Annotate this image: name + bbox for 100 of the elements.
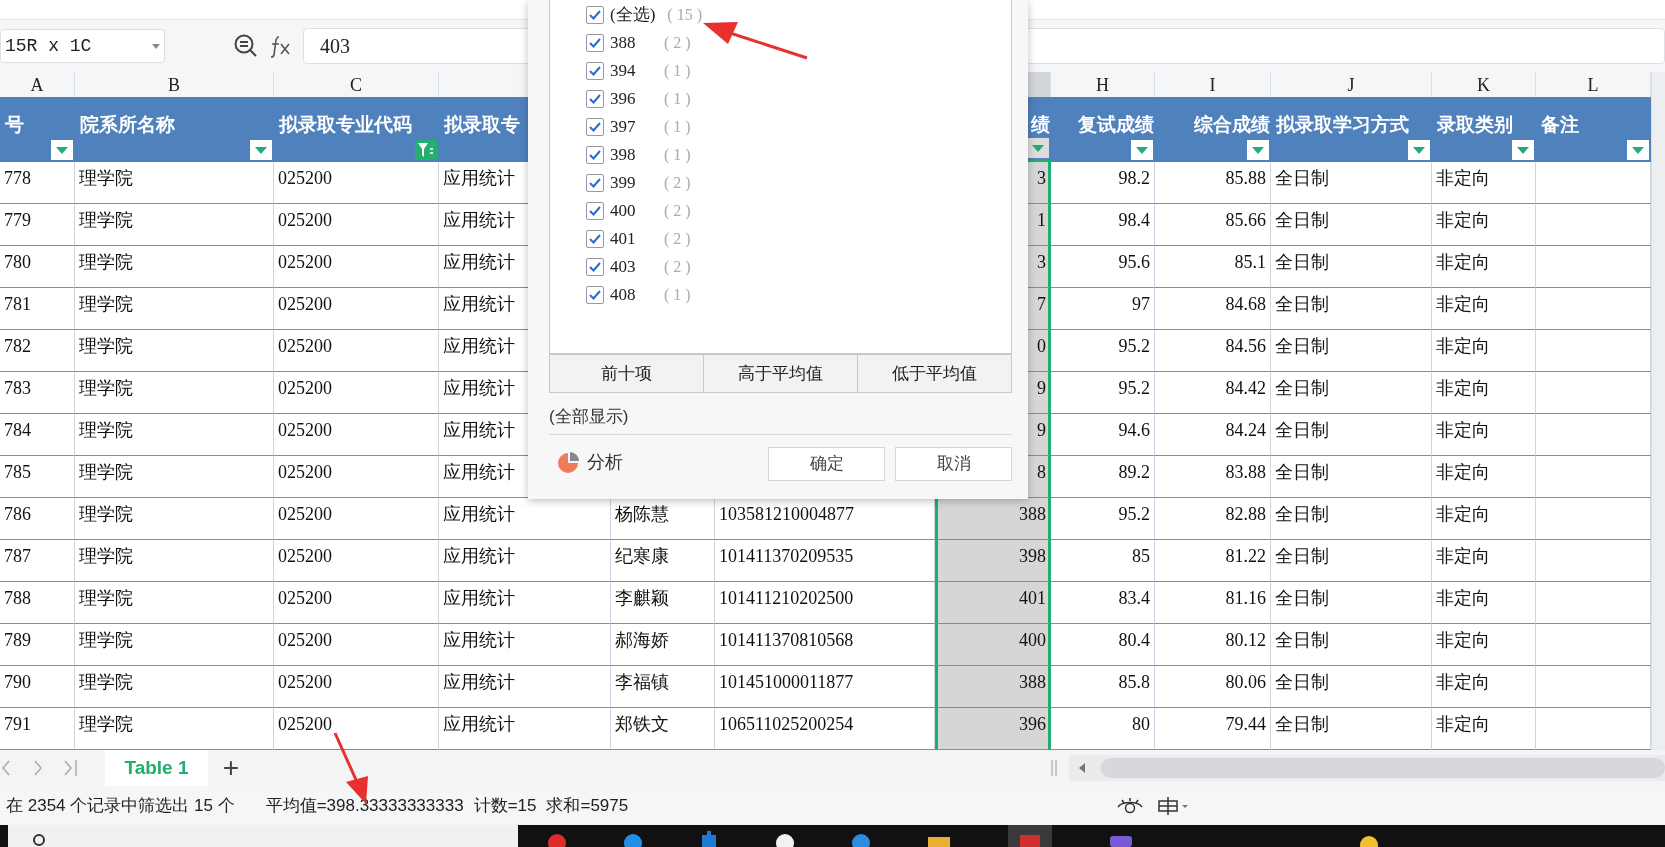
table-cell-text: 应用统计 (443, 671, 515, 694)
table-cell-text: 98.2 (1118, 167, 1150, 190)
table-cell-text: 396 (1019, 713, 1046, 736)
table-cell-text: 388 (1019, 671, 1046, 694)
table-cell-text: 非定向 (1436, 629, 1490, 652)
table-cell-text: 81.22 (1225, 545, 1266, 568)
table-cell-text: 全日制 (1275, 419, 1329, 442)
table-cell-text: 790 (4, 671, 31, 694)
table-cell-text: 应用统计 (443, 251, 515, 274)
table-cell-text: 8 (1037, 461, 1046, 484)
table-cell-text: 3 (1037, 251, 1046, 274)
table-cell-text: 理学院 (79, 167, 133, 190)
table-cell-text: 83.88 (1225, 461, 1266, 484)
table-cell-text: 95.2 (1118, 377, 1150, 400)
table-cell-text: 025200 (278, 167, 332, 190)
table-cell-text: 025200 (278, 503, 332, 526)
table-cell-text: 9 (1037, 419, 1046, 442)
table-cell-text: 786 (4, 503, 31, 526)
column-header: 录取类别 (1437, 113, 1513, 137)
filter-summary: 在 2354 个记录中筛选出 15 个 (6, 794, 235, 817)
column-header: 拟录取专业代码 (279, 113, 412, 137)
table-cell-text: 80.06 (1225, 671, 1266, 694)
table-cell-text: 025200 (278, 545, 332, 568)
formula-value: 403 (320, 34, 350, 59)
table-cell-text: 101411370810568 (719, 629, 854, 652)
column-header: 综合成绩 (1194, 113, 1270, 137)
table-cell-text: 388 (1019, 503, 1046, 526)
table-cell-text: 778 (4, 167, 31, 190)
table-cell-text: 95.6 (1118, 251, 1150, 274)
table-cell-text: 郝海娇 (615, 629, 669, 652)
table-cell-text: 3 (1037, 167, 1046, 190)
table-cell-text: 780 (4, 251, 31, 274)
table-cell-text: 783 (4, 377, 31, 400)
table-cell-text: 85.8 (1118, 671, 1150, 694)
table-cell-text: 025200 (278, 335, 332, 358)
table-cell-text: 理学院 (79, 419, 133, 442)
table-cell-text: 103581210004877 (719, 503, 854, 526)
table-cell-text: 非定向 (1436, 713, 1490, 736)
value-count: ( 2 ) (664, 201, 691, 222)
table-cell-text: 85.1 (1234, 251, 1266, 274)
column-header: 拟录取学习方式 (1276, 113, 1409, 137)
table-cell-text: 025200 (278, 419, 332, 442)
table-cell-text: 401 (1019, 587, 1046, 610)
table-cell-text: 80.4 (1118, 629, 1150, 652)
table-cell-text: 106511025200254 (719, 713, 854, 736)
table-cell-text: 0 (1037, 335, 1046, 358)
table-cell-text: 全日制 (1275, 251, 1329, 274)
table-cell-text: 全日制 (1275, 713, 1329, 736)
table-cell-text: 应用统计 (443, 293, 515, 316)
table-cell-text: 全日制 (1275, 587, 1329, 610)
table-cell-text: 应用统计 (443, 167, 515, 190)
table-cell-text: 应用统计 (443, 335, 515, 358)
table-cell-text: 7 (1037, 293, 1046, 316)
table-cell-text: 非定向 (1436, 671, 1490, 694)
table-cell-text: 98.4 (1118, 209, 1150, 232)
table-cell-text: 李福镇 (615, 671, 669, 694)
table-cell-text: 应用统计 (443, 713, 515, 736)
table-cell-text: 全日制 (1275, 629, 1329, 652)
column-header: 备注 (1541, 113, 1579, 137)
table-cell-text: 理学院 (79, 335, 133, 358)
count-value: 计数=15 (473, 794, 537, 817)
value-count: ( 2 ) (664, 33, 691, 54)
table-cell-text: 784 (4, 419, 31, 442)
table-cell-text: 杨陈慧 (615, 503, 669, 526)
value-count: ( 1 ) (664, 117, 691, 138)
table-cell-text: 非定向 (1436, 461, 1490, 484)
column-header: 拟录取专 (444, 113, 520, 137)
table-cell-text: 84.68 (1225, 293, 1266, 316)
table-cell-text: 理学院 (79, 545, 133, 568)
table-cell-text: 101411210202500 (719, 587, 854, 610)
table-cell-text: 025200 (278, 629, 332, 652)
table-cell-text: 全日制 (1275, 377, 1329, 400)
table-cell-text: 025200 (278, 587, 332, 610)
table-cell-text: 95.2 (1118, 503, 1150, 526)
table-cell-text: 85 (1132, 545, 1150, 568)
table-cell-text: 非定向 (1436, 377, 1490, 400)
table-cell-text: 应用统计 (443, 461, 515, 484)
table-cell-text: 025200 (278, 671, 332, 694)
table-cell-text: 781 (4, 293, 31, 316)
table-cell-text: 全日制 (1275, 293, 1329, 316)
table-cell-text: 全日制 (1275, 545, 1329, 568)
name-box-value: 15R x 1C (5, 34, 92, 58)
table-cell-text: 398 (1019, 545, 1046, 568)
value-count: ( 1 ) (664, 145, 691, 166)
table-cell-text: 025200 (278, 713, 332, 736)
sum-value: 求和=5975 (546, 794, 629, 817)
table-cell-text: 应用统计 (443, 545, 515, 568)
table-cell-text: 应用统计 (443, 503, 515, 526)
table-cell-text: 85.66 (1225, 209, 1266, 232)
table-cell-text: 非定向 (1436, 335, 1490, 358)
table-cell-text: 理学院 (79, 713, 133, 736)
table-cell-text: 理学院 (79, 671, 133, 694)
table-cell-text: 94.6 (1118, 419, 1150, 442)
table-cell-text: 理学院 (79, 629, 133, 652)
column-header: 绩 (1031, 113, 1050, 137)
table-cell-text: 应用统计 (443, 419, 515, 442)
value-count: ( 1 ) (664, 285, 691, 306)
table-cell-text: 郑铁文 (615, 713, 669, 736)
table-cell-text: 84.24 (1225, 419, 1266, 442)
table-cell-text: 非定向 (1436, 209, 1490, 232)
